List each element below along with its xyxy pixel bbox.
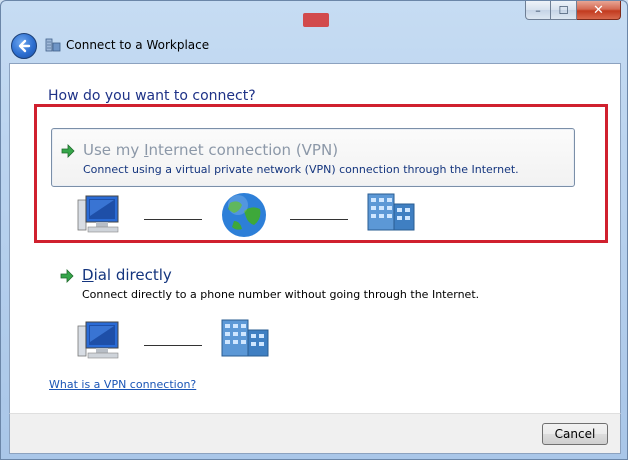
minimize-button[interactable]: – [525,1,551,20]
connection-line [290,219,348,220]
option-dial-description: Connect directly to a phone number witho… [82,288,480,301]
wizard-window: – ☐ ✕ Connect to a Workplace How do you … [0,0,628,460]
option-dial-title[interactable]: Dial directly [82,266,172,284]
option-vpn-description: Connect using a virtual private network … [83,163,519,176]
cancel-button[interactable]: Cancel [542,423,608,445]
option-vpn[interactable]: Use my Internet connection (VPN) Connect… [51,128,575,187]
connection-line [144,219,202,220]
wizard-title: Connect to a Workplace [66,38,210,52]
green-arrow-icon [61,144,75,158]
connection-line [144,345,202,346]
office-building-icon [367,193,415,231]
workplace-network-icon [45,38,61,52]
title-bar[interactable]: – ☐ ✕ Connect to a Workplace [1,1,627,63]
back-arrow-icon [18,39,31,53]
close-button[interactable]: ✕ [577,1,621,20]
option-vpn-title: Use my Internet connection (VPN) [83,141,339,159]
footer-bar: Cancel [9,413,621,454]
computer-icon [77,195,119,233]
globe-icon [222,193,266,237]
page-heading: How do you want to connect? [48,88,256,104]
green-arrow-icon [60,269,74,283]
vpn-help-link[interactable]: What is a VPN connection? [49,378,196,391]
decorative-red-mark [303,13,329,27]
office-building-icon [221,319,269,357]
content-pane: How do you want to connect? Use my Inter… [9,63,621,413]
maximize-button[interactable]: ☐ [551,1,577,20]
computer-icon [77,321,119,359]
caption-buttons: – ☐ ✕ [525,1,621,20]
back-button[interactable] [11,33,37,59]
